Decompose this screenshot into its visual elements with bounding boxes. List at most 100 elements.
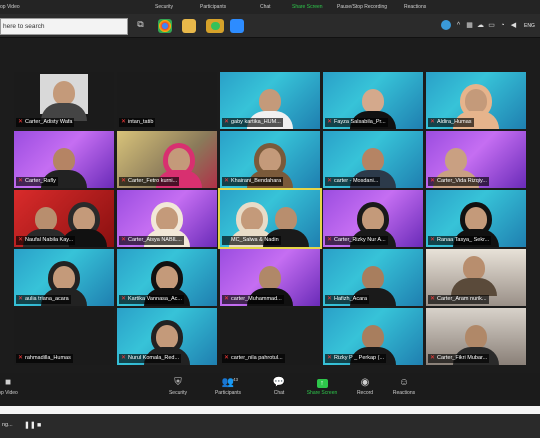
video-tile[interactable]: ✕ Nurul Komala_Red... <box>117 308 217 365</box>
stop-icon[interactable]: ■ <box>37 422 44 429</box>
participant-name: ✕ Carter_Rizky Nur A... <box>325 236 388 245</box>
participant-name: ✕ Carter_Rafly <box>16 177 58 186</box>
video-tile[interactable]: ✕ Aldira_Humas <box>426 72 526 129</box>
share-screen-button[interactable]: ↑ Share Screen <box>300 377 344 397</box>
mic-muted-icon: ✕ <box>327 237 333 243</box>
participant-name: ✕ Rizky P _ Perkap (... <box>325 354 387 363</box>
participant-name: ✕ intan_tatib <box>119 118 156 127</box>
video-tile[interactable]: ✕ gaby kartika_HUM... <box>220 72 320 129</box>
volume-icon[interactable]: ◀ <box>510 22 517 29</box>
video-tile-active-speaker[interactable]: MC_Salwa & Nadin <box>218 188 322 249</box>
share-screen-icon: ↑ <box>300 377 344 389</box>
video-tile[interactable]: ✕ Carter_Fetro kurni... <box>117 131 217 188</box>
top-share-screen[interactable]: Share Screen <box>292 4 323 10</box>
participant-name: ✕ Carter_Fetro kurni... <box>119 177 180 186</box>
participant-name: MC_Salwa & Nadin <box>222 236 281 245</box>
participant-name: ✕ Nurul Komala_Red... <box>119 354 182 363</box>
wifi-icon[interactable]: ◔ <box>499 22 506 29</box>
pause-icon[interactable]: ❚❚ <box>24 422 36 429</box>
top-stop-video[interactable]: op Video <box>0 4 20 10</box>
participant-name: ✕ Fayza Salsabila_Pr... <box>325 118 388 127</box>
participants-count: 43 <box>233 377 239 382</box>
mic-muted-icon: ✕ <box>18 119 24 125</box>
participant-name: ✕ rahmadilla_Humas <box>16 354 73 363</box>
video-tile[interactable]: ✕ carter - Mosdani... <box>323 131 423 188</box>
participant-name: ✕ Carter_Aisya NABIL... <box>119 236 184 245</box>
mic-muted-icon: ✕ <box>18 178 24 184</box>
language-indicator[interactable]: ENG <box>524 23 535 29</box>
reactions-button[interactable]: ☺ Reactions <box>382 377 426 397</box>
video-tile[interactable]: ✕ Carter_Rafly <box>14 131 114 188</box>
zoom-window: op Video Security Participants Chat Shar… <box>0 0 540 438</box>
chrome-icon[interactable] <box>158 19 172 33</box>
participant-name: ✕ Aldira_Humas <box>428 118 474 127</box>
task-view-icon[interactable]: ⧉ <box>137 20 144 29</box>
video-tile[interactable]: ✕ Carter_Aisya NABIL... <box>117 190 217 247</box>
windows-taskbar: here to search ⧉ ^ ▦ ☁ ▭ ◔ ◀ ENG <box>0 14 540 38</box>
mic-muted-icon: ✕ <box>327 355 333 361</box>
participant-name: ✕ Carter_Vida Rizqiy... <box>428 177 489 186</box>
reactions-icon: ☺ <box>398 377 410 388</box>
video-tile[interactable]: ✕ carter_nila pahrotul... <box>220 308 320 365</box>
participant-name: ✕ Ranaa Tasya_ Sekr... <box>428 236 492 245</box>
mic-muted-icon: ✕ <box>430 178 436 184</box>
mic-muted-icon: ✕ <box>224 296 230 302</box>
divider-strip <box>0 406 540 414</box>
line-app-icon[interactable] <box>206 19 224 33</box>
video-tile[interactable]: ✕ Kartika Vannasa_Ac... <box>117 249 217 306</box>
top-recording[interactable]: Pause/Stop Recording <box>337 4 387 10</box>
video-tile[interactable]: ✕ Hafizh_Acara <box>323 249 423 306</box>
video-tile[interactable]: ✕ Carter_Vida Rizqiy... <box>426 131 526 188</box>
record-icon: ◉ <box>360 377 370 388</box>
stop-video-button[interactable]: ■ op Video <box>0 377 30 397</box>
video-tile[interactable]: ✕ Ranaa Tasya_ Sekr... <box>426 190 526 247</box>
mic-muted-icon: ✕ <box>121 237 127 243</box>
participant-name: ✕ Khairani_Bendahara <box>222 177 284 186</box>
mic-muted-icon: ✕ <box>430 119 436 125</box>
mic-muted-icon: ✕ <box>430 296 436 302</box>
weather-icon[interactable] <box>441 20 451 30</box>
video-tile[interactable]: ✕ aulia triana_acara <box>14 249 114 306</box>
video-tile[interactable]: ✕ Fayza Salsabila_Pr... <box>323 72 423 129</box>
record-button[interactable]: ◉ Record <box>343 377 387 397</box>
participant-name: ✕ carter - Mosdani... <box>325 177 381 186</box>
network-icon[interactable]: ▦ <box>466 22 473 29</box>
participant-name: ✕ Hafizh_Acara <box>325 295 370 304</box>
shield-icon: ⛨ <box>174 377 182 388</box>
video-tile[interactable]: ✕ Khairani_Bendahara <box>220 131 320 188</box>
participant-name: ✕ Carter_Aram nurik... <box>428 295 489 304</box>
chat-bubble-icon: 💬 <box>272 377 286 388</box>
battery-icon[interactable]: ▭ <box>488 22 495 29</box>
video-tile[interactable]: ✕ Carter_Aram nurik... <box>426 249 526 306</box>
video-tile[interactable]: ✕ carter_Muhammad... <box>220 249 320 306</box>
video-tile[interactable]: ✕ Carter_Rizky Nur A... <box>323 190 423 247</box>
top-chat[interactable]: Chat <box>260 4 271 10</box>
video-tile[interactable]: ✕ Carter_Fikri Mubar... <box>426 308 526 365</box>
participant-name: ✕ carter_Muhammad... <box>222 295 284 304</box>
mic-muted-icon: ✕ <box>224 178 230 184</box>
top-meeting-toolbar: op Video Security Participants Chat Shar… <box>0 0 540 14</box>
participant-name: ✕ aulia triana_acara <box>16 295 71 304</box>
search-placeholder: here to search <box>3 23 45 30</box>
mic-muted-icon: ✕ <box>327 119 333 125</box>
search-input[interactable]: here to search <box>0 18 128 35</box>
top-reactions[interactable]: Reactions <box>404 4 426 10</box>
cloud-icon[interactable]: ☁ <box>477 22 484 29</box>
video-tile[interactable]: ✕ rahmadilla_Humas <box>14 308 114 365</box>
security-button[interactable]: ⛨ Security <box>156 377 200 397</box>
mic-muted-icon: ✕ <box>121 355 127 361</box>
participant-name: ✕ Carter_Fikri Mubar... <box>428 354 490 363</box>
file-explorer-icon[interactable] <box>182 19 196 33</box>
mic-muted-icon: ✕ <box>121 119 127 125</box>
participants-button[interactable]: 👥 43 Participants <box>206 377 250 397</box>
zoom-app-icon[interactable] <box>230 19 244 33</box>
top-security[interactable]: Security <box>155 4 173 10</box>
top-participants[interactable]: Participants <box>200 4 226 10</box>
mic-muted-icon: ✕ <box>327 296 333 302</box>
video-tile[interactable]: ✕ Naufal Nabila Kay... <box>14 190 114 247</box>
video-tile[interactable]: ✕ intan_tatib <box>117 72 217 129</box>
chat-button[interactable]: 💬 Chat <box>257 377 301 397</box>
video-tile[interactable]: ✕ Rizky P _ Perkap (... <box>323 308 423 365</box>
video-tile[interactable]: ✕ Carter_Adisty Wafa <box>14 72 114 129</box>
tray-arrow-icon[interactable]: ^ <box>455 22 462 29</box>
